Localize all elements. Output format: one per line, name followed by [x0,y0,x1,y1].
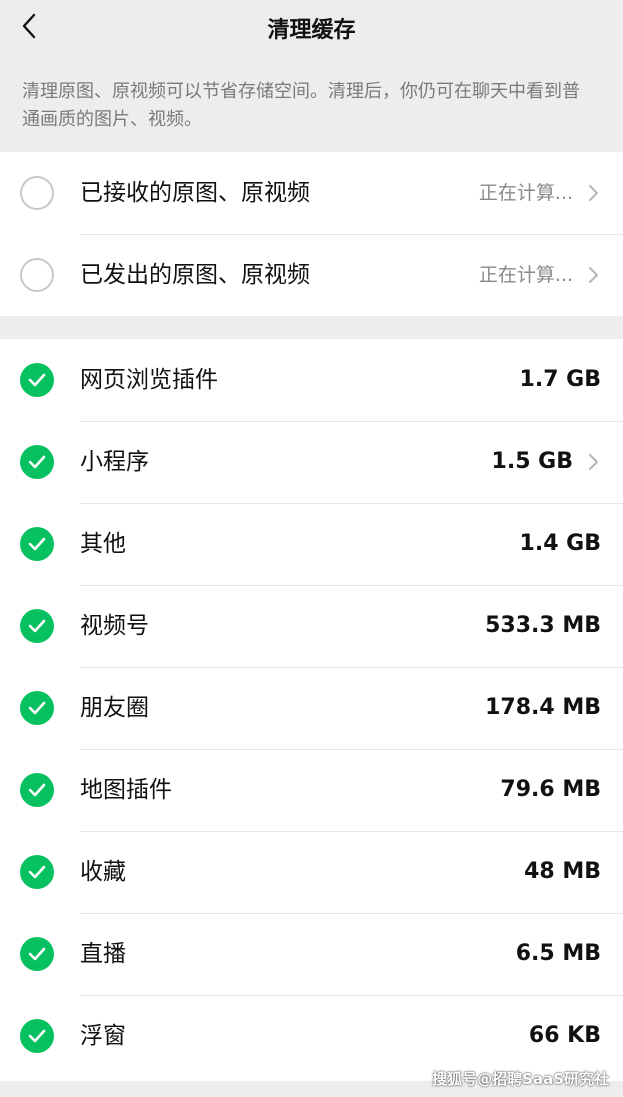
navigation-bar: 清理缓存 [0,0,623,52]
item-label: 浮窗 [80,1023,126,1049]
list-item-moments[interactable]: 朋友圈 178.4 MB [0,667,623,749]
item-label: 收藏 [80,859,126,885]
checkmark-circle-icon[interactable] [20,527,54,561]
chevron-right-icon [589,185,598,201]
list-item-web-plugin[interactable]: 网页浏览插件 1.7 GB [0,339,623,421]
item-size: 6.5 MB [515,941,601,966]
checkmark-circle-icon[interactable] [20,609,54,643]
originals-group: 已接收的原图、原视频 正在计算... 已发出的原图、原视频 正在计算... [0,152,623,316]
list-item-map-plugin[interactable]: 地图插件 79.6 MB [0,749,623,831]
page-title: 清理缓存 [267,18,356,43]
item-label: 视频号 [80,613,149,639]
item-status: 正在计算... [478,182,573,204]
list-item-channels[interactable]: 视频号 533.3 MB [0,585,623,667]
item-label: 地图插件 [80,777,172,803]
checkmark-circle-icon[interactable] [20,937,54,971]
chevron-right-icon [589,267,598,283]
item-status: 正在计算... [478,264,573,286]
item-label: 朋友圈 [80,695,149,721]
item-size: 1.7 GB [519,367,601,392]
checkmark-circle-icon[interactable] [20,363,54,397]
checkmark-circle-icon[interactable] [20,773,54,807]
checkmark-circle-icon[interactable] [20,1019,54,1053]
cache-group: 网页浏览插件 1.7 GB 小程序 1.5 GB 其他 1.4 GB 视频号 5… [0,339,623,1081]
item-label: 已发出的原图、原视频 [80,262,310,288]
item-size: 1.5 GB [491,449,573,474]
list-item-live[interactable]: 直播 6.5 MB [0,913,623,995]
item-size: 79.6 MB [500,777,601,802]
list-item-received-originals[interactable]: 已接收的原图、原视频 正在计算... [0,152,623,234]
item-label: 小程序 [80,449,149,475]
checkmark-circle-icon[interactable] [20,445,54,479]
item-label: 已接收的原图、原视频 [80,180,310,206]
unchecked-circle-icon[interactable] [20,258,54,292]
checkmark-circle-icon[interactable] [20,691,54,725]
checkmark-circle-icon[interactable] [20,855,54,889]
list-item-sent-originals[interactable]: 已发出的原图、原视频 正在计算... [0,234,623,316]
item-size: 66 KB [528,1023,601,1048]
item-label: 其他 [80,531,126,557]
list-item-mini-program[interactable]: 小程序 1.5 GB [0,421,623,503]
list-item-other[interactable]: 其他 1.4 GB [0,503,623,585]
item-label: 网页浏览插件 [80,367,218,393]
list-item-floating-window[interactable]: 浮窗 66 KB [0,995,623,1077]
item-size: 1.4 GB [519,531,601,556]
item-size: 178.4 MB [485,695,601,720]
chevron-right-icon [589,454,598,470]
list-item-favorites[interactable]: 收藏 48 MB [0,831,623,913]
watermark: 搜狐号@招聘SaaS研究社 [432,1070,609,1088]
item-size: 48 MB [524,859,601,884]
unchecked-circle-icon[interactable] [20,176,54,210]
item-label: 直播 [80,941,126,967]
item-size: 533.3 MB [485,613,601,638]
